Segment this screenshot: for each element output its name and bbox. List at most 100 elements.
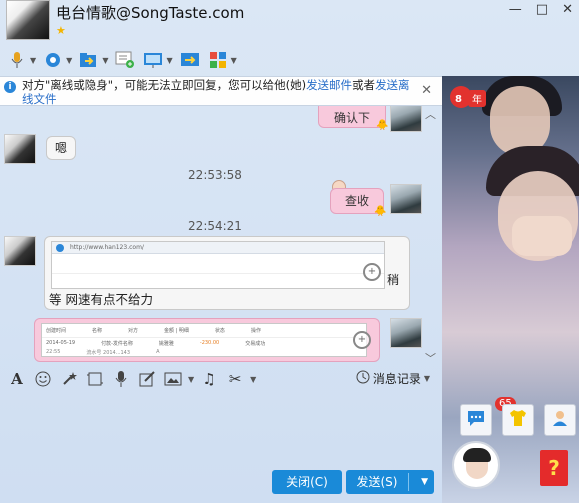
table-cell: 22:55 bbox=[46, 349, 61, 355]
notice-text-or: 或者 bbox=[352, 78, 376, 92]
doodle-icon[interactable] bbox=[136, 368, 158, 390]
notice-text: 对方"离线或隐身"，可能无法立即回复，您可以给他(她) bbox=[22, 78, 307, 92]
magic-icon[interactable] bbox=[58, 368, 80, 390]
share-screen-icon bbox=[179, 50, 201, 70]
table-cell: -230.00 bbox=[199, 340, 220, 346]
clock-icon bbox=[356, 370, 370, 387]
divider bbox=[408, 473, 409, 491]
chat-history[interactable]: ︿ 确认下 🐥 嗯 22:53:58 查收 🐥 22:54:21 http://… bbox=[0, 106, 442, 364]
share-screen-button[interactable] bbox=[179, 48, 201, 72]
tshirt-icon bbox=[508, 409, 528, 431]
chevron-down-icon: ▼ bbox=[423, 374, 430, 383]
my-avatar[interactable] bbox=[390, 184, 422, 214]
chevron-down-icon[interactable]: ▼ bbox=[30, 56, 36, 65]
membership-years-badge[interactable]: 8 年 bbox=[450, 86, 486, 108]
message-text: 确认下 bbox=[333, 111, 370, 125]
chevron-down-icon[interactable]: ▼ bbox=[166, 56, 172, 65]
send-label: 发送(S) bbox=[356, 475, 398, 489]
message-bubble-outgoing: 创建时间 名称 对方 金额 | 明细 状态 操作 2014-05-19 付款-发… bbox=[34, 318, 380, 362]
table-cell: 2014-05-19 bbox=[46, 340, 76, 346]
send-file-button[interactable]: ▼ bbox=[78, 48, 108, 72]
contact-avatar-small[interactable] bbox=[4, 134, 36, 164]
zoom-icon[interactable]: + bbox=[353, 331, 371, 349]
input-toolbar: A ▼ ♫ ✂ ▼ 消息记录 ▼ bbox=[0, 366, 442, 392]
timestamp: 22:53:58 bbox=[188, 168, 242, 182]
contact-avatar-small[interactable] bbox=[4, 236, 36, 266]
remote-desktop-icon bbox=[142, 50, 164, 70]
table-cell: 姚雅雅 bbox=[158, 341, 174, 347]
message-text: 稍 bbox=[387, 273, 400, 287]
screenshot-image[interactable]: http://www.han123.com/ bbox=[51, 241, 385, 289]
chevron-up-icon[interactable]: ︿ bbox=[425, 106, 436, 122]
create-group-icon bbox=[114, 50, 136, 70]
voice-message-icon[interactable] bbox=[110, 368, 132, 390]
photo-decoration bbox=[512, 216, 572, 256]
action-toolbar: ▼ ▼ ▼ ▼ ▼ bbox=[0, 46, 579, 74]
video-call-button[interactable]: ▼ bbox=[42, 48, 72, 72]
messages-button[interactable]: 65 bbox=[460, 397, 516, 436]
chevron-down-icon[interactable]: ▼ bbox=[188, 375, 194, 384]
message-text: 查收 bbox=[344, 194, 369, 208]
table-header-cell: 操作 bbox=[250, 328, 261, 334]
music-icon[interactable]: ♫ bbox=[198, 368, 220, 390]
outfit-button[interactable] bbox=[502, 404, 534, 436]
duck-icon: 🐥 bbox=[374, 206, 387, 217]
table-cell: 流水号 2014...143 bbox=[86, 350, 131, 356]
star-icon: ★ bbox=[56, 24, 66, 37]
create-group-button[interactable] bbox=[114, 48, 136, 72]
profile-button[interactable] bbox=[544, 404, 576, 436]
send-button[interactable]: 发送(S) ▼ bbox=[346, 470, 434, 494]
my-avatar[interactable] bbox=[390, 106, 422, 132]
chat-bubble-icon bbox=[466, 409, 486, 431]
remote-desktop-button[interactable]: ▼ bbox=[142, 48, 173, 72]
chevron-down-icon[interactable]: ▼ bbox=[250, 375, 256, 384]
table-row: 22:55 流水号 2014...143 A bbox=[42, 349, 366, 356]
font-icon[interactable]: A bbox=[6, 368, 28, 390]
close-icon[interactable]: ✕ bbox=[421, 83, 432, 98]
message-text: 等 网速有点不给力 bbox=[49, 292, 153, 307]
contact-name: 电台情歌@SongTaste.com bbox=[56, 4, 245, 22]
contact-avatar[interactable] bbox=[6, 0, 50, 40]
zoom-icon[interactable]: + bbox=[363, 263, 381, 281]
table-header-cell: 对方 bbox=[128, 328, 139, 334]
apps-icon bbox=[207, 50, 229, 70]
table-row: 2014-05-19 付款-发件名称 姚雅雅 -230.00 交易成功 bbox=[42, 338, 366, 349]
close-button[interactable]: 关闭(C) bbox=[272, 470, 342, 494]
years-label: 年 bbox=[468, 90, 486, 107]
message-bubble-incoming: 嗯 bbox=[46, 136, 76, 160]
contact-show-panel: 8 年 65 ? bbox=[442, 76, 579, 503]
chevron-down-icon[interactable]: ▼ bbox=[421, 470, 428, 494]
table-header-cell: 名称 bbox=[92, 328, 103, 334]
emoji-icon[interactable] bbox=[32, 368, 54, 390]
my-avatar[interactable] bbox=[390, 318, 422, 348]
user-icon bbox=[550, 409, 570, 431]
apps-button[interactable]: ▼ bbox=[207, 48, 237, 72]
cut-icon[interactable]: ✂ bbox=[224, 368, 246, 390]
message-bubble-incoming: http://www.han123.com/ + 稍 等 网速有点不给力 bbox=[44, 236, 410, 310]
screenshot-image[interactable]: 创建时间 名称 对方 金额 | 明细 状态 操作 2014-05-19 付款-发… bbox=[41, 323, 367, 357]
maximize-button[interactable]: □ bbox=[536, 2, 548, 17]
user-3d-avatar[interactable] bbox=[452, 441, 500, 489]
table-cell: 付款-发件名称 bbox=[101, 341, 133, 347]
chevron-down-icon[interactable]: ﹀ bbox=[425, 350, 436, 364]
help-button[interactable]: ? bbox=[540, 450, 568, 486]
window-header: 电台情歌@SongTaste.com ★ — □ ✕ bbox=[0, 0, 579, 46]
table-header-cell: 金额 | 明细 bbox=[164, 328, 189, 334]
send-email-link[interactable]: 发送邮件 bbox=[306, 78, 352, 92]
chevron-down-icon[interactable]: ▼ bbox=[102, 56, 108, 65]
chevron-down-icon[interactable]: ▼ bbox=[231, 56, 237, 65]
close-window-button[interactable]: ✕ bbox=[562, 2, 573, 17]
message-input[interactable] bbox=[0, 392, 442, 464]
offline-notice-text: 对方"离线或隐身"，可能无法立即回复，您可以给他(她)发送邮件或者发送离线文件 bbox=[22, 78, 417, 106]
window-controls: — □ ✕ bbox=[509, 2, 573, 17]
duck-icon: 🐥 bbox=[376, 120, 389, 131]
screenshot-icon[interactable] bbox=[84, 368, 106, 390]
message-history-button[interactable]: 消息记录 ▼ bbox=[356, 370, 430, 387]
table-header: 创建时间 名称 对方 金额 | 明细 状态 操作 bbox=[42, 324, 366, 338]
image-icon[interactable] bbox=[162, 368, 184, 390]
voice-call-button[interactable]: ▼ bbox=[6, 48, 36, 72]
minimize-button[interactable]: — bbox=[509, 2, 522, 17]
info-icon: i bbox=[4, 81, 16, 93]
chevron-down-icon[interactable]: ▼ bbox=[66, 56, 72, 65]
table-cell: A bbox=[156, 349, 160, 355]
